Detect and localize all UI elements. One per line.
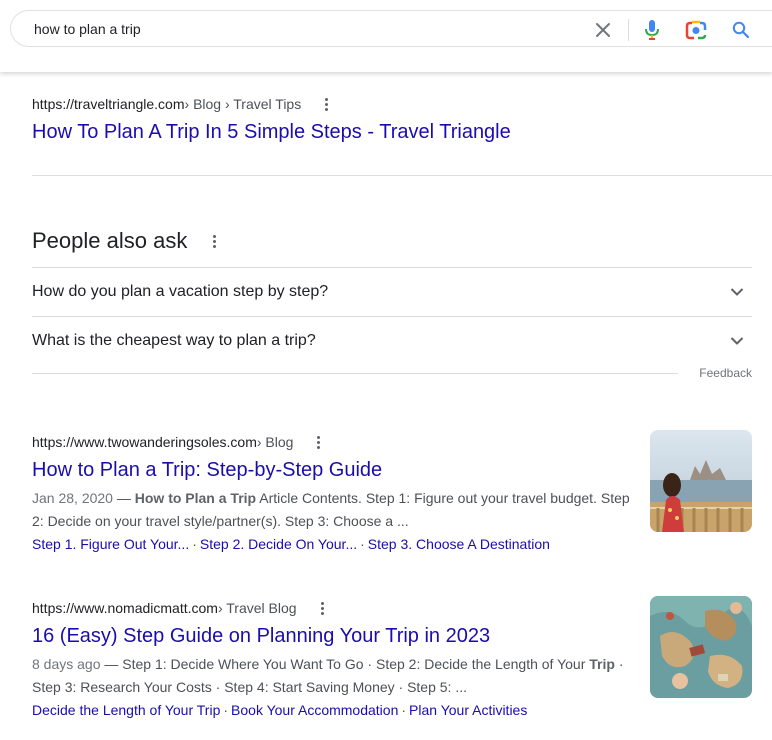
search-by-image-button[interactable] bbox=[683, 17, 709, 43]
result-snippet: 8 days ago — Step 1: Decide Where You Wa… bbox=[32, 653, 632, 699]
search-divider bbox=[628, 19, 629, 41]
more-options-icon[interactable] bbox=[313, 434, 324, 451]
result-date: Jan 28, 2020 bbox=[32, 490, 113, 506]
close-icon bbox=[596, 23, 610, 37]
result-breadcrumb: › Travel Blog bbox=[217, 600, 297, 616]
result-sitelinks: Decide the Length of Your Trip · Book Your… bbox=[32, 699, 632, 721]
result-citation: https://traveltriangle.com › Blog › Trav… bbox=[32, 95, 511, 113]
snippet-highlight: How to Plan a Trip bbox=[134, 490, 257, 506]
sitelink[interactable]: Step 2. Decide On Your... bbox=[200, 536, 357, 552]
snippet-text: Step 1: Decide Where You Want To Go · St… bbox=[122, 656, 590, 672]
result-title-link[interactable]: 16 (Easy) Step Guide on Planning Your Tr… bbox=[32, 623, 632, 649]
sitelink-separator: · bbox=[360, 536, 365, 552]
question-accordion[interactable]: What is the cheapest way to plan a trip? bbox=[32, 317, 752, 365]
sitelink-separator: · bbox=[401, 702, 407, 718]
result-breadcrumb: › Blog › Travel Tips bbox=[184, 96, 302, 112]
divider bbox=[32, 175, 772, 176]
result-domain: https://traveltriangle.com bbox=[32, 96, 185, 112]
search-input[interactable]: how to plan a trip bbox=[34, 21, 141, 37]
search-result: https://www.nomadicmatt.com › Travel Blo… bbox=[32, 599, 632, 721]
search-result: https://traveltriangle.com › Blog › Trav… bbox=[32, 95, 511, 145]
camera-lens-icon bbox=[685, 20, 707, 40]
result-sitelinks: Step 1. Figure Out Your... · Step 2. Decid… bbox=[32, 533, 632, 555]
search-icon bbox=[732, 21, 750, 39]
question-text: How do you plan a vacation step by step? bbox=[32, 283, 329, 300]
search-box[interactable]: how to plan a trip bbox=[10, 10, 772, 47]
result-title-link[interactable]: How To Plan A Trip In 5 Simple Steps - T… bbox=[32, 119, 511, 145]
result-thumbnail[interactable] bbox=[650, 430, 752, 532]
result-citation: https://www.nomadicmatt.com › Travel Blo… bbox=[32, 599, 632, 617]
more-options-icon[interactable] bbox=[317, 600, 328, 617]
sitelink[interactable]: Step 1. Figure Out Your... bbox=[32, 536, 189, 552]
more-options-icon[interactable] bbox=[321, 96, 332, 113]
clear-button[interactable] bbox=[590, 17, 616, 43]
question-text: What is the cheapest way to plan a trip? bbox=[32, 332, 316, 349]
search-button[interactable] bbox=[728, 17, 754, 43]
result-domain: https://www.twowanderingsoles.com bbox=[32, 434, 257, 450]
question-accordion[interactable]: How do you plan a vacation step by step? bbox=[32, 268, 752, 316]
search-result: https://www.twowanderingsoles.com › Blog… bbox=[32, 433, 632, 555]
chevron-down-icon bbox=[730, 288, 744, 296]
sitelink[interactable]: Step 3. Choose A Destination bbox=[368, 536, 550, 552]
thumbnail-image bbox=[650, 596, 752, 698]
result-title-link[interactable]: How to Plan a Trip: Step-by-Step Guide bbox=[32, 457, 632, 483]
chevron-down-icon bbox=[730, 337, 744, 345]
sitelink-separator: · bbox=[192, 536, 197, 552]
divider bbox=[32, 373, 678, 374]
snippet-dash: — bbox=[112, 490, 135, 506]
feedback-link[interactable]: Feedback bbox=[699, 366, 752, 380]
result-breadcrumb: › Blog bbox=[256, 434, 294, 450]
people-also-ask-title: People also ask bbox=[32, 228, 188, 253]
result-citation: https://www.twowanderingsoles.com › Blog bbox=[32, 433, 632, 451]
sitelink[interactable]: Book Your Accommodation bbox=[231, 702, 398, 718]
sitelink[interactable]: Decide the Length of Your Trip bbox=[32, 702, 220, 718]
search-header: how to plan a trip bbox=[0, 0, 772, 72]
thumbnail-image bbox=[650, 430, 752, 532]
microphone-icon bbox=[645, 20, 659, 40]
people-also-ask-heading: People also ask bbox=[32, 228, 220, 254]
result-snippet: Jan 28, 2020 — How to Plan a Trip Articl… bbox=[32, 487, 632, 533]
sitelink-separator: · bbox=[223, 702, 229, 718]
more-options-icon[interactable] bbox=[209, 233, 220, 250]
sitelink[interactable]: Plan Your Activities bbox=[409, 702, 527, 718]
snippet-dash: — bbox=[100, 656, 123, 672]
result-thumbnail[interactable] bbox=[650, 596, 752, 698]
snippet-highlight: Trip bbox=[589, 656, 615, 672]
voice-search-button[interactable] bbox=[639, 17, 665, 43]
result-domain: https://www.nomadicmatt.com bbox=[32, 600, 218, 616]
result-date: 8 days ago bbox=[32, 656, 101, 672]
